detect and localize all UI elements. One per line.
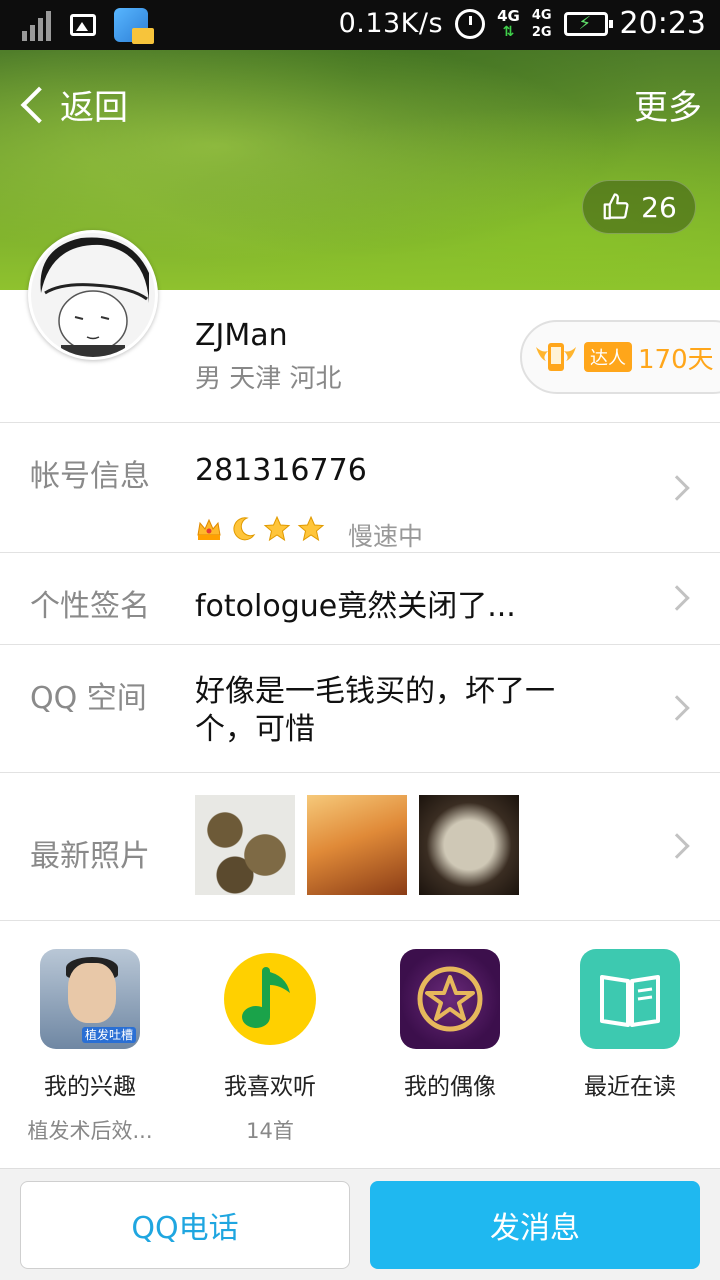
interest-tag: 植发吐槽 <box>81 1027 136 1043</box>
tile-music[interactable]: 我喜欢听 14首 <box>180 949 360 1145</box>
row-signature[interactable]: 个性签名 fotologue竟然关闭了... <box>0 552 720 644</box>
qq-call-button[interactable]: QQ电话 <box>20 1181 350 1269</box>
dual-sim-signal: 4G 2G <box>531 7 552 40</box>
network-4g-indicator: 4G ⇅ <box>497 6 520 40</box>
row-qzone[interactable]: QQ 空间 好像是一毛钱买的，坏了一个，可惜 <box>0 644 720 772</box>
daren-days: 170天 <box>638 344 714 375</box>
like-count: 26 <box>641 190 677 224</box>
battery-icon: ⚡ <box>563 11 613 36</box>
signal-icon <box>22 9 52 41</box>
tile-recent-reading[interactable]: 最近在读 <box>540 949 720 1115</box>
qq-number: 281316776 <box>195 453 367 488</box>
tile-title: 我的偶像 <box>404 1074 496 1100</box>
music-note-icon <box>220 949 320 1049</box>
tile-title: 我的兴趣 <box>44 1074 136 1100</box>
chevron-right-icon <box>664 833 690 859</box>
net-speed: 0.13K/s <box>338 8 444 39</box>
tile-title: 最近在读 <box>584 1074 676 1100</box>
alarm-icon <box>455 8 486 39</box>
star-icon <box>297 515 325 542</box>
row-label: QQ 空间 <box>30 681 147 716</box>
photo-thumbnail[interactable] <box>307 795 407 895</box>
thumbs-up-icon <box>601 192 631 222</box>
interests-icon: 植发吐槽 <box>40 949 140 1049</box>
chevron-right-icon <box>664 475 690 501</box>
more-button[interactable]: 更多 <box>634 80 702 129</box>
open-book-icon <box>580 949 680 1049</box>
row-account-info[interactable]: 帐号信息 281316776 慢速中 <box>0 422 720 552</box>
status-bar: 0.13K/s 4G ⇅ 4G 2G ⚡ 20:23 <box>0 0 720 50</box>
back-label: 返回 <box>60 88 128 128</box>
photo-strip <box>195 795 519 895</box>
winged-phone-icon <box>534 337 578 377</box>
photo-thumbnail[interactable] <box>419 795 519 895</box>
level-badges <box>195 515 325 543</box>
signature-text: fotologue竟然关闭了... <box>195 589 516 624</box>
star-icon <box>263 515 291 542</box>
chevron-right-icon <box>664 585 690 611</box>
daren-tag: 达人 <box>584 342 632 372</box>
tile-subtitle: 14首 <box>246 1119 294 1143</box>
row-label: 个性签名 <box>30 589 150 624</box>
like-button[interactable]: 26 <box>582 180 696 234</box>
daren-badge[interactable]: 达人 170天 <box>520 320 720 394</box>
moon-icon <box>233 517 256 541</box>
avatar[interactable] <box>28 230 158 360</box>
qzone-text: 好像是一毛钱买的，坏了一个，可惜 <box>195 674 555 747</box>
tile-my-idol[interactable]: 我的偶像 <box>360 949 540 1115</box>
tile-title: 我喜欢听 <box>224 1074 316 1100</box>
row-label: 最新照片 <box>30 839 150 874</box>
chevron-left-icon <box>20 86 58 123</box>
chevron-right-icon <box>664 695 690 721</box>
crown-icon <box>197 518 221 540</box>
nickname: ZJMan <box>195 318 288 353</box>
clock: 20:23 <box>619 6 706 41</box>
star-circle-icon <box>400 949 500 1049</box>
image-notification-icon <box>70 14 96 36</box>
feature-grid: 植发吐槽 我的兴趣 植发术后效... 我喜欢听 14首 我的偶像 最近在读 <box>0 920 720 1168</box>
send-message-button[interactable]: 发消息 <box>370 1181 700 1269</box>
profile-meta: 男 天津 河北 <box>195 364 342 394</box>
level-status: 慢速中 <box>348 522 424 551</box>
back-button[interactable]: 返回 <box>18 80 128 129</box>
mail-notification-icon <box>114 8 154 44</box>
tile-my-interests[interactable]: 植发吐槽 我的兴趣 植发术后效... <box>0 949 180 1145</box>
row-latest-photos[interactable]: 最新照片 <box>0 772 720 920</box>
bottom-action-bar: QQ电话 发消息 <box>0 1168 720 1280</box>
row-label: 帐号信息 <box>30 459 150 494</box>
tile-subtitle: 植发术后效... <box>27 1119 153 1143</box>
photo-thumbnail[interactable] <box>195 795 295 895</box>
